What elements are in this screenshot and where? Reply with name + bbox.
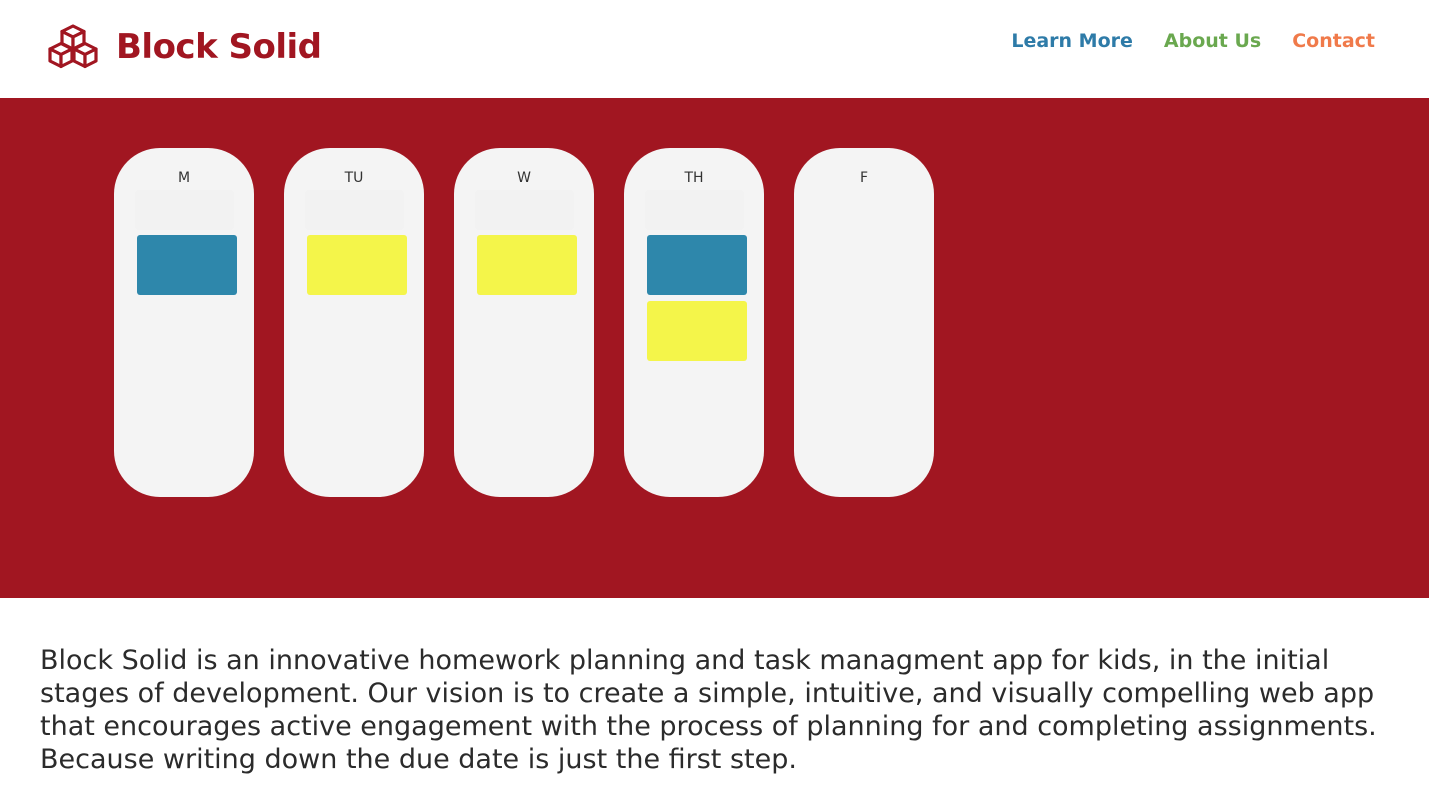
brand-name: Block Solid	[116, 27, 322, 67]
brand-logo[interactable]: Block Solid	[46, 24, 322, 70]
empty-slot	[645, 190, 744, 230]
nav-contact[interactable]: Contact	[1292, 30, 1375, 52]
nav-about-us[interactable]: About Us	[1164, 30, 1261, 52]
planner-hero: M TU W TH F	[0, 98, 1429, 598]
day-column-thursday: TH	[624, 148, 764, 497]
day-column-monday: M	[114, 148, 254, 497]
day-label: TH	[684, 170, 704, 186]
stacked-blocks-icon	[48, 24, 98, 69]
main-nav: Learn More About Us Contact	[1011, 30, 1375, 52]
task-card[interactable]	[137, 235, 237, 295]
empty-slot	[135, 190, 234, 230]
day-label: TU	[344, 170, 364, 186]
nav-learn-more[interactable]: Learn More	[1011, 30, 1133, 52]
day-label: F	[859, 170, 869, 186]
day-column-friday: F	[794, 148, 934, 497]
task-card[interactable]	[307, 235, 407, 295]
day-column-tuesday: TU	[284, 148, 424, 497]
task-card[interactable]	[477, 235, 577, 295]
app-description: Block Solid is an innovative homework pl…	[40, 645, 1377, 775]
site-header: Block Solid Learn More About Us Contact	[0, 0, 1429, 98]
empty-slot	[305, 190, 404, 230]
empty-slot	[475, 190, 574, 230]
task-card[interactable]	[647, 301, 747, 361]
task-card[interactable]	[647, 235, 747, 295]
day-label: W	[517, 170, 531, 186]
day-label: M	[177, 170, 191, 186]
day-column-wednesday: W	[454, 148, 594, 497]
